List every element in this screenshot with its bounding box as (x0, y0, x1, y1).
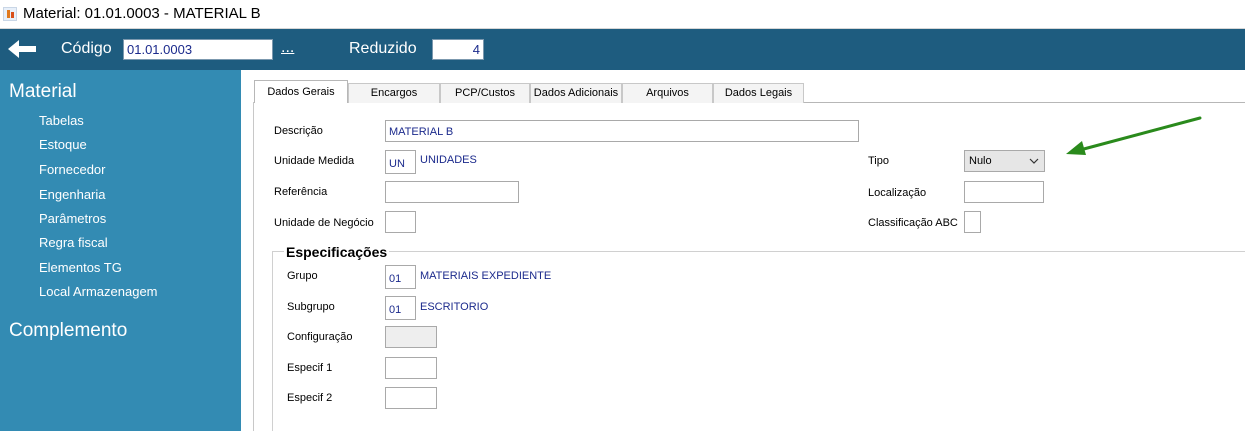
tab-dados-gerais[interactable]: Dados Gerais (254, 80, 348, 103)
configuracao-label: Configuração (287, 331, 353, 343)
subgrupo-description: ESCRITORIO (420, 301, 489, 313)
especificacoes-border-top (272, 251, 1245, 252)
descricao-input[interactable]: MATERIAL B (385, 120, 859, 142)
sidebar-section-material[interactable]: Material (9, 81, 77, 103)
especificacoes-legend: Especificações (284, 244, 390, 260)
especif1-input[interactable] (385, 357, 437, 379)
grupo-input[interactable]: 01 (385, 265, 416, 289)
tipo-label: Tipo (868, 155, 889, 167)
reduzido-label: Reduzido (349, 40, 417, 57)
especif1-label: Especif 1 (287, 362, 333, 374)
subgrupo-label: Subgrupo (287, 301, 335, 313)
record-header-bar: Código ... Reduzido (0, 29, 1245, 70)
tipo-select[interactable]: Nulo (964, 150, 1045, 172)
chevron-down-icon (1029, 158, 1039, 164)
descricao-label: Descrição (274, 125, 323, 137)
grupo-description: MATERIAIS EXPEDIENTE (420, 270, 552, 282)
unidade-negocio-input[interactable] (385, 211, 416, 233)
especif2-input[interactable] (385, 387, 437, 409)
unidade-medida-input[interactable]: UN (385, 150, 416, 174)
localizacao-input[interactable] (964, 181, 1044, 203)
localizacao-label: Localização (868, 187, 927, 199)
unidade-medida-description: UNIDADES (420, 154, 477, 166)
window-title: Material: 01.01.0003 - MATERIAL B (23, 5, 261, 22)
especificacoes-border-left (272, 251, 273, 431)
sidebar: Material Tabelas Estoque Fornecedor Enge… (0, 70, 241, 431)
back-arrow-icon[interactable] (6, 37, 38, 61)
tab-dados-adicionais[interactable]: Dados Adicionais (530, 83, 622, 103)
codigo-input[interactable] (123, 39, 273, 60)
green-arrow-annotation (1066, 116, 1202, 155)
tab-panel-border (253, 102, 254, 431)
referencia-label: Referência (274, 186, 328, 198)
sidebar-item-engenharia[interactable]: Engenharia (39, 187, 106, 202)
sidebar-item-parametros[interactable]: Parâmetros (39, 211, 106, 226)
classificacao-abc-input[interactable] (964, 211, 981, 233)
configuracao-input (385, 326, 437, 348)
sidebar-item-local-armazenagem[interactable]: Local Armazenagem (39, 284, 158, 299)
tab-arquivos[interactable]: Arquivos (622, 83, 713, 103)
app-icon (3, 7, 17, 21)
codigo-label: Código (61, 40, 112, 57)
classificacao-abc-label: Classificação ABC (868, 217, 958, 229)
sidebar-section-complemento[interactable]: Complemento (9, 320, 127, 342)
sidebar-item-estoque[interactable]: Estoque (39, 137, 87, 152)
grupo-label: Grupo (287, 270, 318, 282)
tab-encargos[interactable]: Encargos (348, 83, 440, 103)
tab-dados-legais[interactable]: Dados Legais (713, 83, 804, 103)
sidebar-item-tabelas[interactable]: Tabelas (39, 113, 84, 128)
subgrupo-input[interactable]: 01 (385, 296, 416, 320)
unidade-medida-label: Unidade Medida (274, 155, 355, 167)
especif2-label: Especif 2 (287, 392, 333, 404)
unidade-negocio-label: Unidade de Negócio (274, 217, 374, 229)
tipo-selected-value: Nulo (969, 155, 992, 167)
sidebar-item-fornecedor[interactable]: Fornecedor (39, 162, 105, 177)
reduzido-input[interactable] (432, 39, 484, 60)
sidebar-item-elementos-tg[interactable]: Elementos TG (39, 260, 122, 275)
tab-pcp-custos[interactable]: PCP/Custos (440, 83, 530, 103)
referencia-input[interactable] (385, 181, 519, 203)
sidebar-item-regra-fiscal[interactable]: Regra fiscal (39, 235, 108, 250)
window-titlebar: Material: 01.01.0003 - MATERIAL B (0, 0, 1245, 29)
codigo-lookup-button[interactable]: ... (281, 39, 294, 57)
